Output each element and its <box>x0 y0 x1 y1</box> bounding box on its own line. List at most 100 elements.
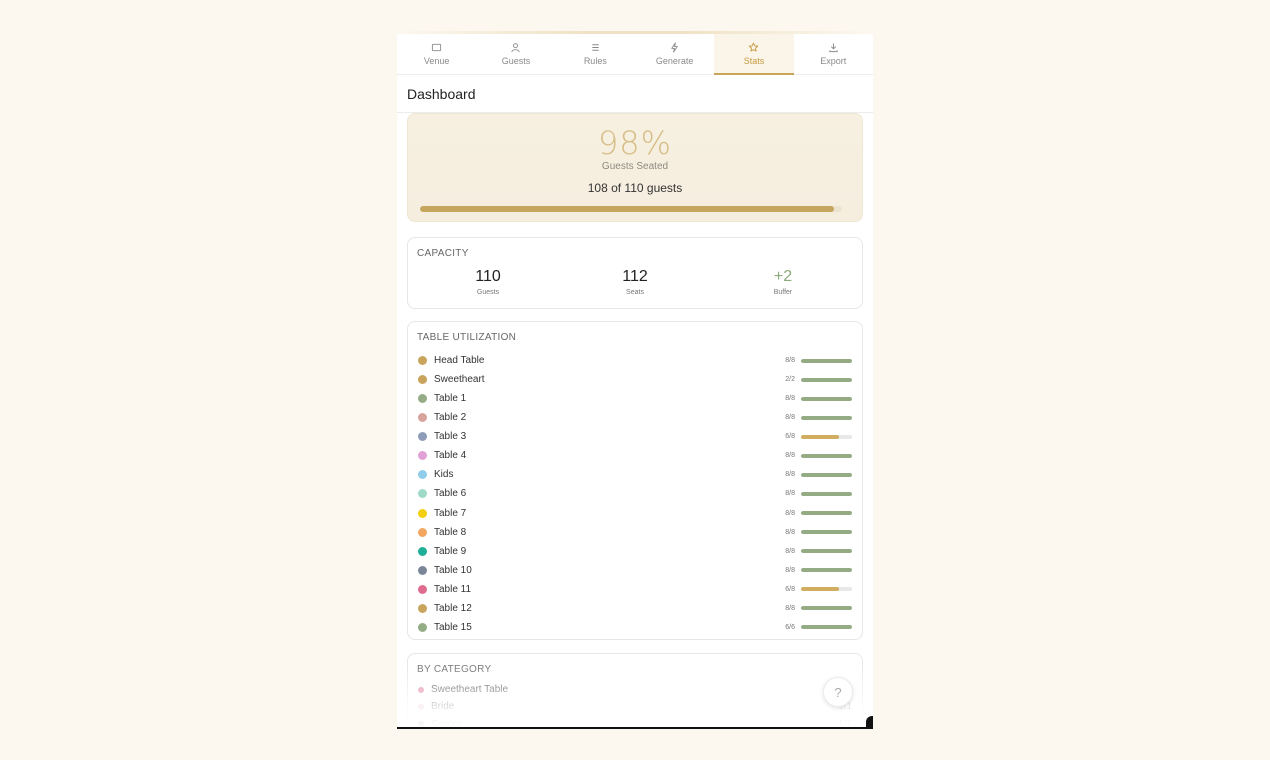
download-icon <box>829 43 838 53</box>
table-fill-bar <box>801 549 852 554</box>
table-fill <box>801 549 852 554</box>
category-color-dot <box>418 686 424 693</box>
table-fill-bar <box>801 491 852 496</box>
table-fill <box>801 568 852 573</box>
category-color-dot <box>418 703 424 710</box>
tab-label: Generate <box>655 56 694 66</box>
utilization-row: Table 11 6/8 <box>408 580 862 599</box>
buffer-value: +2 <box>773 268 793 285</box>
utilization-row: Table 15 6/6 <box>408 618 862 637</box>
capacity-title: CAPACITY <box>417 248 469 259</box>
utilization-row: Head Table 8/8 <box>408 351 862 370</box>
table-color-dot <box>418 622 427 632</box>
seated-progress-fill <box>420 206 834 212</box>
utilization-row: Sweetheart 2/2 <box>408 370 862 389</box>
table-fill-bar <box>801 415 852 420</box>
tab-label: Stats <box>743 56 765 66</box>
capacity-guests: 110 Guests <box>438 268 538 296</box>
utilization-row: Table 10 8/8 <box>408 561 862 580</box>
table-fill-bar <box>801 568 852 573</box>
table-count: 6/8 <box>785 433 795 441</box>
table-color-dot <box>418 413 427 423</box>
table-fill-bar <box>801 530 852 535</box>
table-color-dot <box>418 565 427 575</box>
table-name: Table 9 <box>434 545 467 557</box>
category-row: Bride 1/1 <box>408 698 862 715</box>
table-count: 6/6 <box>785 623 795 631</box>
table-fill <box>801 453 852 458</box>
utilization-list: Head Table 8/8 Sweetheart 2/2 Table 1 8/8 Tabl… <box>408 351 862 637</box>
table-count: 8/8 <box>785 604 795 612</box>
table-fill <box>801 625 852 630</box>
tab-label: Venue <box>423 56 450 66</box>
table-fill <box>801 472 852 477</box>
table-name: Table 15 <box>434 621 472 633</box>
utilization-row: Table 1 8/8 <box>408 389 862 408</box>
table-color-dot <box>418 527 427 537</box>
table-fill <box>801 587 840 592</box>
guests-value: 110 <box>475 268 501 285</box>
utilization-title: TABLE UTILIZATION <box>417 332 517 343</box>
table-color-dot <box>418 603 427 613</box>
table-name: Head Table <box>434 355 485 367</box>
table-name: Table 3 <box>434 431 467 443</box>
table-name: Table 6 <box>434 488 467 500</box>
table-count: 8/8 <box>785 509 795 517</box>
table-count: 8/8 <box>785 471 795 479</box>
table-fill-bar <box>801 625 852 630</box>
category-list: Sweetheart Table Bride 1/1 Groom 1/1 <box>408 681 862 729</box>
utilization-row: Table 8 8/8 <box>408 523 862 542</box>
tab-stats[interactable]: Stats <box>714 34 794 75</box>
tab-label: Rules <box>583 56 607 66</box>
tab-venue[interactable]: Venue <box>397 34 476 74</box>
table-fill <box>801 511 852 516</box>
table-count: 8/8 <box>785 528 795 536</box>
seats-label: Seats <box>626 289 644 296</box>
table-count: 8/8 <box>785 452 795 460</box>
table-color-dot <box>418 546 427 556</box>
table-color-dot <box>418 375 427 385</box>
utilization-row: Kids 8/8 <box>408 465 862 484</box>
table-color-dot <box>418 508 427 518</box>
table-count: 8/8 <box>785 395 795 403</box>
seated-progress-bar <box>420 206 842 212</box>
table-fill <box>801 358 852 363</box>
seats-value: 112 <box>622 268 648 285</box>
tab-export[interactable]: Export <box>794 34 873 74</box>
table-fill <box>801 415 852 420</box>
table-color-dot <box>418 470 427 480</box>
seated-percent: 98% <box>597 124 673 162</box>
tab-label: Export <box>820 56 847 66</box>
tab-guests[interactable]: Guests <box>476 34 555 74</box>
table-count: 8/8 <box>785 566 795 574</box>
table-count: 2/2 <box>785 376 795 384</box>
dashboard-content[interactable]: 98% Guests Seated 108 of 110 guests CAPA… <box>397 113 873 729</box>
table-color-dot <box>418 432 427 442</box>
help-button[interactable]: ? <box>823 677 853 707</box>
seated-label: Guests Seated <box>601 161 669 172</box>
table-fill-bar <box>801 434 852 439</box>
tab-generate[interactable]: Generate <box>635 34 714 74</box>
table-color-dot <box>418 584 427 594</box>
category-row: Sweetheart Table <box>408 681 862 698</box>
utilization-row: Table 6 8/8 <box>408 484 862 503</box>
table-color-dot <box>418 451 427 461</box>
capacity-buffer: +2 Buffer <box>733 268 833 296</box>
table-fill-bar <box>801 377 852 382</box>
category-card: BY CATEGORY Sweetheart Table Bride 1/1 Groo… <box>407 653 863 729</box>
table-fill <box>801 434 840 439</box>
buffer-label: Buffer <box>773 289 793 296</box>
guests-label: Guests <box>476 289 500 296</box>
table-fill <box>801 491 852 496</box>
table-name: Table 2 <box>434 412 467 424</box>
table-color-dot <box>418 394 427 404</box>
table-count: 8/8 <box>785 357 795 365</box>
table-count: 8/8 <box>785 490 795 498</box>
person-icon <box>511 43 521 53</box>
tab-bar: Venue Guests Rules Generate Stats Export <box>397 34 873 75</box>
table-fill-bar <box>801 472 852 477</box>
table-fill <box>801 377 852 382</box>
seated-count: 108 of 110 guests <box>587 181 683 195</box>
tab-rules[interactable]: Rules <box>556 34 635 74</box>
star-icon <box>749 42 759 52</box>
